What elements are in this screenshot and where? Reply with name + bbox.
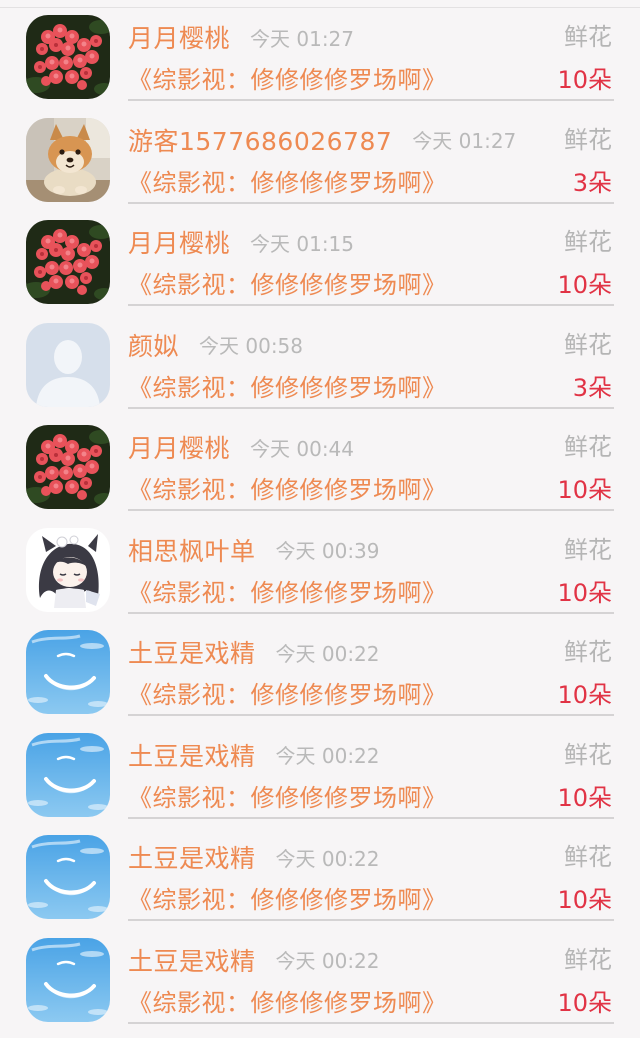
blue-sky-avatar[interactable] xyxy=(26,732,110,817)
gift-type: 鲜花 xyxy=(564,330,612,359)
row-divider xyxy=(128,406,614,409)
anime-girl-avatar[interactable] xyxy=(26,527,110,612)
name-line: 月月樱桃 今天 00:44 xyxy=(128,427,354,467)
name-line: 月月樱桃 今天 01:27 xyxy=(128,17,354,57)
work-title[interactable]: 《综影视：修修修修罗场啊》 xyxy=(128,368,447,408)
work-title[interactable]: 《综影视：修修修修罗场啊》 xyxy=(128,60,447,100)
gift-type: 鲜花 xyxy=(564,535,612,564)
list-item[interactable]: 土豆是戏精 今天 00:22 鲜花 《综影视：修修修修罗场啊》 10朵 xyxy=(0,828,640,931)
row-divider xyxy=(128,611,614,614)
username[interactable]: 相思枫叶单 xyxy=(128,532,256,568)
gift-type: 鲜花 xyxy=(564,433,612,461)
blue-sky-avatar[interactable] xyxy=(26,630,110,714)
work-title[interactable]: 《综影视：修修修修罗场啊》 xyxy=(128,778,447,818)
list-item[interactable]: 土豆是戏精 今天 00:22 鲜花 《综影视：修修修修罗场啊》 10朵 xyxy=(0,623,640,726)
gift-count: 10朵 xyxy=(557,271,612,299)
gift-count: 10朵 xyxy=(557,681,612,709)
username[interactable]: 游客1577686026787 xyxy=(128,122,392,158)
row-divider xyxy=(128,509,614,511)
username[interactable]: 土豆是戏精 xyxy=(128,839,256,875)
gift-type: 鲜花 xyxy=(564,228,612,256)
default-user-avatar[interactable] xyxy=(26,322,110,407)
name-line: 土豆是戏精 今天 00:22 xyxy=(128,940,380,980)
username[interactable]: 月月樱桃 xyxy=(128,19,230,55)
name-line: 土豆是戏精 今天 00:22 xyxy=(128,837,380,877)
username[interactable]: 土豆是戏精 xyxy=(128,942,256,978)
timestamp: 今天 01:27 xyxy=(412,129,517,153)
red-flower-avatar[interactable] xyxy=(26,425,110,509)
timestamp: 今天 01:15 xyxy=(250,231,355,256)
gift-type: 鲜花 xyxy=(564,125,612,154)
work-title[interactable]: 《综影视：修修修修罗场啊》 xyxy=(128,675,447,715)
work-title[interactable]: 《综影视：修修修修罗场啊》 xyxy=(128,470,447,510)
timestamp: 今天 00:58 xyxy=(199,334,304,358)
gift-count: 3朵 xyxy=(572,168,612,197)
name-line: 相思枫叶单 今天 00:39 xyxy=(128,530,380,570)
shiba-dog-avatar[interactable] xyxy=(26,117,110,202)
gift-list: 月月樱桃 今天 01:27 鲜花 《综影视：修修修修罗场啊》 10朵 游客157… xyxy=(0,8,640,1033)
row-divider xyxy=(128,201,614,204)
red-flower-avatar[interactable] xyxy=(26,220,110,304)
work-title[interactable]: 《综影视：修修修修罗场啊》 xyxy=(128,983,447,1023)
work-title[interactable]: 《综影视：修修修修罗场啊》 xyxy=(128,163,447,203)
list-item[interactable]: 月月樱桃 今天 01:15 鲜花 《综影视：修修修修罗场啊》 10朵 xyxy=(0,213,640,316)
username[interactable]: 土豆是戏精 xyxy=(128,634,256,670)
username[interactable]: 颜姒 xyxy=(128,327,179,363)
timestamp: 今天 00:22 xyxy=(275,744,380,768)
blue-sky-avatar[interactable] xyxy=(26,835,110,919)
work-title[interactable]: 《综影视：修修修修罗场啊》 xyxy=(128,265,447,305)
name-line: 月月樱桃 今天 01:15 xyxy=(128,222,354,262)
username[interactable]: 土豆是戏精 xyxy=(128,737,256,773)
row-divider xyxy=(128,99,614,101)
gift-count: 10朵 xyxy=(557,66,612,94)
timestamp: 今天 00:44 xyxy=(250,436,355,461)
row-divider xyxy=(128,919,614,921)
gift-count: 10朵 xyxy=(557,578,612,607)
list-item[interactable]: 相思枫叶单 今天 00:39 鲜花 《综影视：修修修修罗场啊》 10朵 xyxy=(0,521,640,624)
gift-type: 鲜花 xyxy=(564,740,612,769)
blue-sky-avatar[interactable] xyxy=(26,937,110,1022)
username[interactable]: 月月樱桃 xyxy=(128,224,230,260)
row-divider xyxy=(128,1021,614,1024)
gift-count: 10朵 xyxy=(557,476,612,504)
timestamp: 今天 00:22 xyxy=(275,846,380,871)
list-item[interactable]: 土豆是戏精 今天 00:22 鲜花 《综影视：修修修修罗场啊》 10朵 xyxy=(0,726,640,829)
work-title[interactable]: 《综影视：修修修修罗场啊》 xyxy=(128,880,447,920)
timestamp: 今天 00:22 xyxy=(275,641,380,666)
gift-count: 10朵 xyxy=(557,886,612,914)
name-line: 土豆是戏精 今天 00:22 xyxy=(128,632,380,672)
name-line: 游客1577686026787 今天 01:27 xyxy=(128,120,516,160)
timestamp: 今天 00:39 xyxy=(275,539,380,563)
list-item[interactable]: 颜姒 今天 00:58 鲜花 《综影视：修修修修罗场啊》 3朵 xyxy=(0,316,640,419)
work-title[interactable]: 《综影视：修修修修罗场啊》 xyxy=(128,573,447,613)
gift-count: 10朵 xyxy=(557,783,612,812)
gift-type: 鲜花 xyxy=(564,638,612,666)
red-flower-avatar[interactable] xyxy=(26,15,110,99)
name-line: 颜姒 今天 00:58 xyxy=(128,325,303,365)
name-line: 土豆是戏精 今天 00:22 xyxy=(128,735,380,775)
row-divider xyxy=(128,816,614,819)
list-item[interactable]: 游客1577686026787 今天 01:27 鲜花 《综影视：修修修修罗场啊… xyxy=(0,111,640,214)
list-item[interactable]: 月月樱桃 今天 00:44 鲜花 《综影视：修修修修罗场啊》 10朵 xyxy=(0,418,640,521)
gift-type: 鲜花 xyxy=(564,23,612,51)
row-divider xyxy=(128,304,614,306)
timestamp: 今天 01:27 xyxy=(250,26,355,51)
row-divider xyxy=(128,714,614,716)
timestamp: 今天 00:22 xyxy=(275,949,380,973)
gift-count: 3朵 xyxy=(572,373,612,402)
list-item[interactable]: 月月樱桃 今天 01:27 鲜花 《综影视：修修修修罗场啊》 10朵 xyxy=(0,8,640,111)
gift-type: 鲜花 xyxy=(564,843,612,871)
gift-type: 鲜花 xyxy=(564,945,612,974)
gift-count: 10朵 xyxy=(557,988,612,1017)
list-item[interactable]: 土豆是戏精 今天 00:22 鲜花 《综影视：修修修修罗场啊》 10朵 xyxy=(0,931,640,1034)
username[interactable]: 月月樱桃 xyxy=(128,429,230,465)
